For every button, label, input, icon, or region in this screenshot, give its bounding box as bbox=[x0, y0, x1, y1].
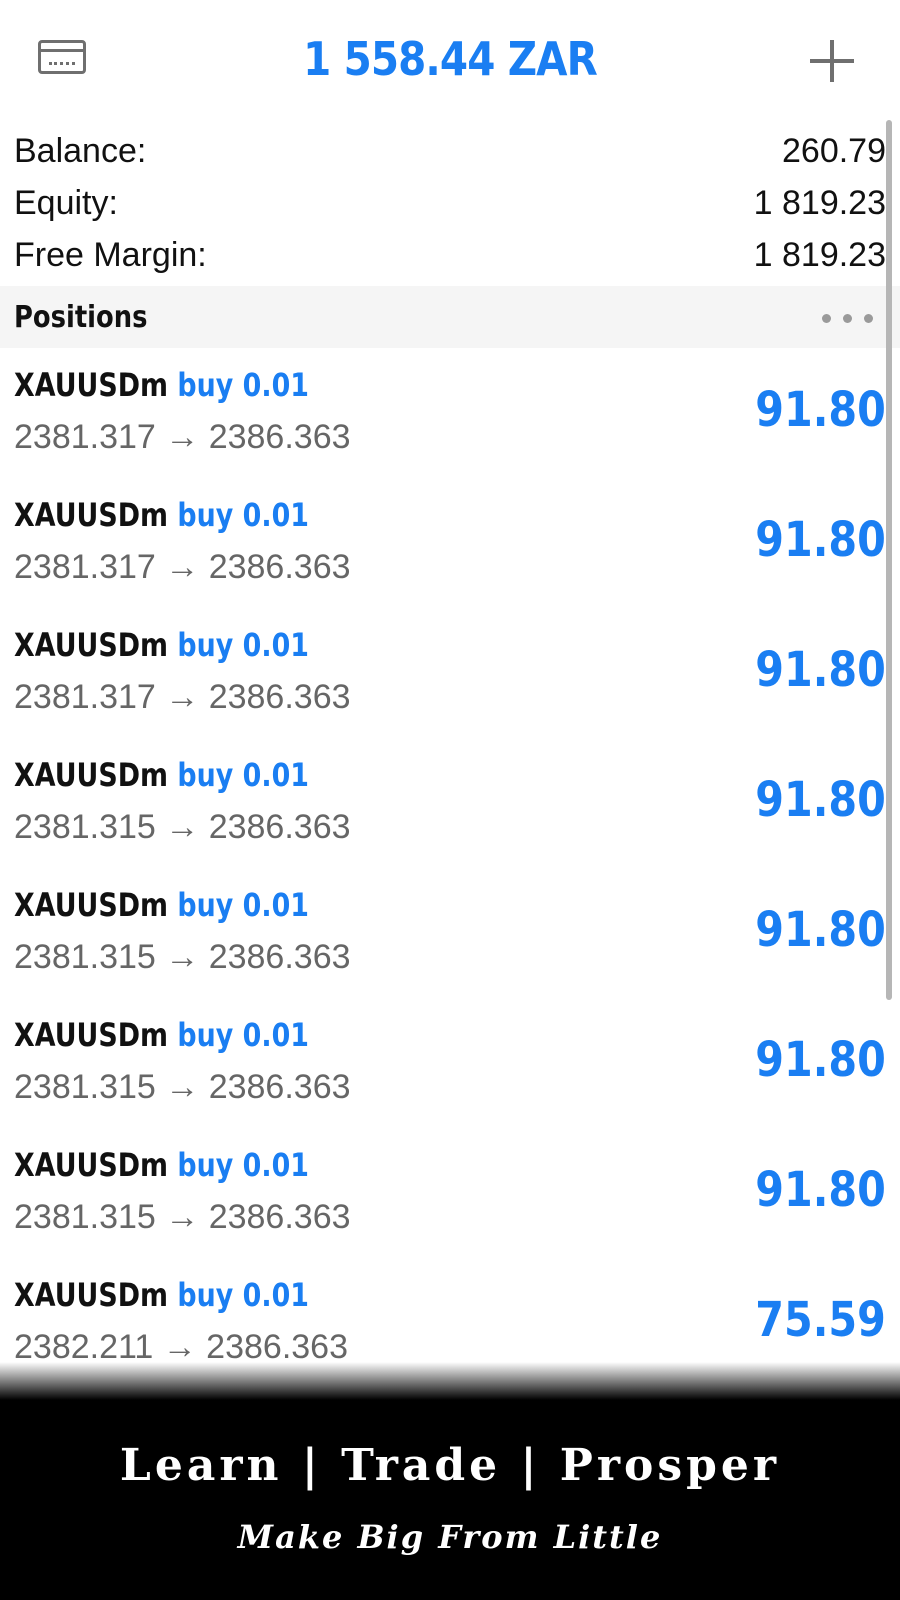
free-margin-label: Free Margin: bbox=[14, 236, 207, 274]
position-row[interactable]: XAUUSDm buy 0.01 2381.315 → 2386.363 91.… bbox=[0, 998, 900, 1128]
equity-row: Equity: 1 819.23 bbox=[0, 176, 900, 228]
position-symbol: XAUUSDm bbox=[14, 626, 169, 664]
equity-label: Equity: bbox=[14, 184, 118, 222]
banner-fade bbox=[0, 1362, 900, 1400]
position-side: buy 0.01 bbox=[177, 496, 309, 534]
position-prices: 2381.317 → 2386.363 bbox=[14, 418, 351, 456]
position-symbol: XAUUSDm bbox=[14, 886, 169, 924]
scrollbar[interactable] bbox=[886, 120, 892, 1000]
position-profit: 91.80 bbox=[755, 382, 886, 438]
banner-subtitle: Make Big From Little bbox=[237, 1518, 663, 1556]
position-side: buy 0.01 bbox=[177, 626, 309, 664]
position-profit: 91.80 bbox=[755, 1032, 886, 1088]
position-row[interactable]: XAUUSDm buy 0.01 2381.317 → 2386.363 91.… bbox=[0, 608, 900, 738]
position-profit: 91.80 bbox=[755, 512, 886, 568]
account-summary: Balance: 260.79 Equity: 1 819.23 Free Ma… bbox=[0, 120, 900, 288]
position-prices: 2381.315 → 2386.363 bbox=[14, 1068, 351, 1106]
position-row[interactable]: XAUUSDm buy 0.01 2381.315 → 2386.363 91.… bbox=[0, 738, 900, 868]
position-prices: 2381.315 → 2386.363 bbox=[14, 808, 351, 846]
position-symbol: XAUUSDm bbox=[14, 1276, 169, 1314]
position-row[interactable]: XAUUSDm buy 0.01 2381.315 → 2386.363 91.… bbox=[0, 868, 900, 998]
position-symbol: XAUUSDm bbox=[14, 1146, 169, 1184]
free-margin-value: 1 819.23 bbox=[753, 236, 886, 274]
free-margin-row: Free Margin: 1 819.23 bbox=[0, 228, 900, 280]
position-profit: 91.80 bbox=[755, 1162, 886, 1218]
more-dots-icon[interactable] bbox=[822, 314, 874, 324]
positions-title: Positions bbox=[14, 300, 148, 335]
position-profit: 75.59 bbox=[755, 1292, 886, 1348]
position-profit: 91.80 bbox=[755, 902, 886, 958]
plus-icon[interactable] bbox=[808, 36, 856, 84]
top-bar: 1 558.44 ZAR bbox=[0, 0, 900, 120]
balance-row: Balance: 260.79 bbox=[0, 124, 900, 176]
position-side: buy 0.01 bbox=[177, 366, 309, 404]
position-symbol: XAUUSDm bbox=[14, 496, 169, 534]
position-symbol: XAUUSDm bbox=[14, 1016, 169, 1054]
position-row[interactable]: XAUUSDm buy 0.01 2381.317 → 2386.363 91.… bbox=[0, 478, 900, 608]
account-balance-title: 1 558.44 ZAR bbox=[303, 32, 598, 86]
balance-value: 260.79 bbox=[782, 132, 886, 170]
promo-banner: Learn | Trade | Prosper Make Big From Li… bbox=[0, 1400, 900, 1600]
position-profit: 91.80 bbox=[755, 772, 886, 828]
position-side: buy 0.01 bbox=[177, 1016, 309, 1054]
position-side: buy 0.01 bbox=[177, 1276, 309, 1314]
position-side: buy 0.01 bbox=[177, 886, 309, 924]
equity-value: 1 819.23 bbox=[753, 184, 886, 222]
position-row[interactable]: XAUUSDm buy 0.01 2381.317 → 2386.363 91.… bbox=[0, 348, 900, 478]
position-prices: 2381.317 → 2386.363 bbox=[14, 548, 351, 586]
balance-label: Balance: bbox=[14, 132, 147, 170]
position-symbol: XAUUSDm bbox=[14, 756, 169, 794]
positions-list: XAUUSDm buy 0.01 2381.317 → 2386.363 91.… bbox=[0, 348, 900, 1378]
position-symbol: XAUUSDm bbox=[14, 366, 169, 404]
position-prices: 2381.315 → 2386.363 bbox=[14, 1198, 351, 1236]
positions-section-header: Positions bbox=[0, 286, 900, 348]
position-side: buy 0.01 bbox=[177, 1146, 309, 1184]
position-profit: 91.80 bbox=[755, 642, 886, 698]
position-prices: 2381.315 → 2386.363 bbox=[14, 938, 351, 976]
banner-tagline: Learn | Trade | Prosper bbox=[119, 1440, 781, 1491]
position-prices: 2381.317 → 2386.363 bbox=[14, 678, 351, 716]
position-row[interactable]: XAUUSDm buy 0.01 2381.315 → 2386.363 91.… bbox=[0, 1128, 900, 1258]
position-side: buy 0.01 bbox=[177, 756, 309, 794]
